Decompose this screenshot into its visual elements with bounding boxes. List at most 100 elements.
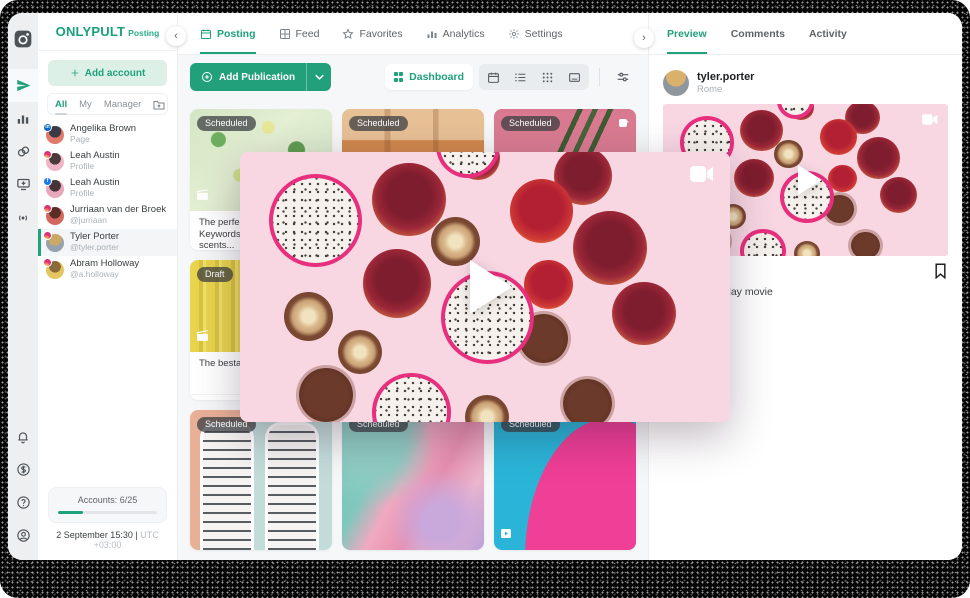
toolbar: Add Publication Dashboard xyxy=(178,55,648,99)
instagram-badge-icon xyxy=(43,150,52,159)
main-tabs: Posting Feed Favorites Analytics Setting… xyxy=(178,13,648,55)
account-row[interactable]: Jurriaan van der Broek @jurriaan xyxy=(38,202,177,229)
fruit-graphic xyxy=(465,395,509,422)
preview-caption: day movie xyxy=(725,286,948,298)
gallery-icon xyxy=(617,116,629,134)
preview-account-header: tyler.porter Rome xyxy=(663,64,948,102)
instagram-badge-icon xyxy=(43,231,52,240)
preview-username: tyler.porter xyxy=(697,71,754,84)
account-row[interactable]: in Angelika Brown Page xyxy=(38,121,177,148)
view-controls: Dashboard xyxy=(385,64,636,90)
publication-card[interactable]: Scheduled xyxy=(494,410,636,550)
avatar xyxy=(46,234,64,252)
board-view-icon[interactable] xyxy=(561,65,588,89)
status-badge: Scheduled xyxy=(197,116,256,131)
gear-icon xyxy=(508,28,520,40)
tab-my[interactable]: My xyxy=(79,95,92,114)
fruit-graphic xyxy=(612,282,676,346)
fruit-graphic xyxy=(269,174,362,267)
dashboard-icon xyxy=(394,72,404,82)
fruit-graphic xyxy=(857,137,900,178)
dashboard-label: Dashboard xyxy=(409,71,464,83)
tab-comments[interactable]: Comments xyxy=(731,13,785,54)
account-subtitle: @a.holloway xyxy=(70,270,139,280)
brand-name: ONLYPULT xyxy=(56,24,126,39)
preview-location: Rome xyxy=(697,84,754,95)
video-camera-icon xyxy=(922,112,938,130)
datetime-text: 2 September 15:30 | xyxy=(56,530,137,540)
account-row[interactable]: f Leah Austin Profile xyxy=(38,175,177,202)
notifications-icon[interactable] xyxy=(8,420,38,453)
account-row-selected[interactable]: Tyler Porter @tyler.porter xyxy=(38,229,177,256)
account-row[interactable]: Leah Austin Profile xyxy=(38,148,177,175)
add-publication-label: Add Publication xyxy=(219,72,295,83)
tab-preview[interactable]: Preview xyxy=(667,13,707,54)
plus-circle-icon xyxy=(201,71,213,83)
accounts-panel: ONLYPULT Posting Add account All My Mana… xyxy=(38,13,178,560)
tab-manager[interactable]: Manager xyxy=(104,95,142,114)
bookmark-icon[interactable] xyxy=(933,263,948,279)
publication-card[interactable]: Scheduled xyxy=(342,410,484,550)
avatar xyxy=(663,70,689,96)
bar-chart-icon xyxy=(426,28,438,40)
clapperboard-icon xyxy=(196,187,209,205)
fruit-graphic xyxy=(740,229,786,256)
clapperboard-icon xyxy=(196,328,209,346)
dashboard-view-button[interactable]: Dashboard xyxy=(385,64,473,90)
fruit-graphic xyxy=(563,379,612,422)
chevron-down-icon[interactable] xyxy=(307,63,331,91)
add-account-button[interactable]: Add account xyxy=(48,60,167,86)
analytics-icon[interactable] xyxy=(8,102,38,135)
add-publication-button[interactable]: Add Publication xyxy=(190,63,331,91)
fruit-graphic xyxy=(851,232,880,256)
star-icon xyxy=(342,28,354,40)
instagram-logo-icon[interactable] xyxy=(8,22,38,55)
help-icon[interactable] xyxy=(8,486,38,519)
profile-icon[interactable] xyxy=(8,519,38,552)
fruit-graphic xyxy=(284,292,333,341)
fruit-graphic xyxy=(820,119,857,155)
tab-settings[interactable]: Settings xyxy=(508,13,563,54)
status-badge: Scheduled xyxy=(349,116,408,131)
collapse-right-panel-button[interactable]: › xyxy=(634,28,654,48)
tab-all[interactable]: All xyxy=(55,95,67,114)
play-icon[interactable] xyxy=(798,165,822,195)
fruit-graphic xyxy=(740,110,783,151)
tab-posting[interactable]: Posting xyxy=(200,13,256,54)
play-icon[interactable] xyxy=(470,260,512,314)
live-icon[interactable] xyxy=(8,201,38,234)
posting-icon[interactable] xyxy=(8,69,38,102)
toolbar-divider xyxy=(599,68,600,86)
multiposting-icon[interactable] xyxy=(8,168,38,201)
collapse-left-panel-button[interactable]: ‹ xyxy=(166,26,186,46)
fruit-graphic xyxy=(573,211,647,285)
accounts-usage-label: Accounts: 6/25 xyxy=(58,495,157,505)
video-preview-overlay[interactable] xyxy=(240,152,730,422)
filter-icon[interactable] xyxy=(610,70,636,84)
account-row[interactable]: Abram Holloway @a.holloway xyxy=(38,256,177,283)
links-icon[interactable] xyxy=(8,135,38,168)
instagram-badge-icon xyxy=(43,258,52,267)
calendar-view-icon[interactable] xyxy=(480,65,507,89)
tab-favorites[interactable]: Favorites xyxy=(342,13,402,54)
avatar: f xyxy=(46,180,64,198)
publication-card[interactable]: Scheduled xyxy=(190,410,332,550)
status-badge: Scheduled xyxy=(501,116,560,131)
icon-rail xyxy=(8,13,38,560)
billing-icon[interactable] xyxy=(8,453,38,486)
account-subtitle: @tyler.porter xyxy=(70,243,119,253)
list-view-icon[interactable] xyxy=(507,65,534,89)
instagram-badge-icon xyxy=(43,204,52,213)
fruit-graphic xyxy=(299,368,353,422)
grid-view-icon[interactable] xyxy=(534,65,561,89)
calendar-icon xyxy=(200,28,212,40)
video-icon xyxy=(500,526,512,544)
account-subtitle: Profile xyxy=(70,162,120,172)
avatar xyxy=(46,261,64,279)
facebook-badge-icon: f xyxy=(43,177,52,186)
tab-feed[interactable]: Feed xyxy=(279,13,320,54)
tab-analytics[interactable]: Analytics xyxy=(426,13,485,54)
tab-activity[interactable]: Activity xyxy=(809,13,847,54)
fruit-graphic xyxy=(510,179,574,243)
groups-folder-icon[interactable] xyxy=(153,99,165,110)
